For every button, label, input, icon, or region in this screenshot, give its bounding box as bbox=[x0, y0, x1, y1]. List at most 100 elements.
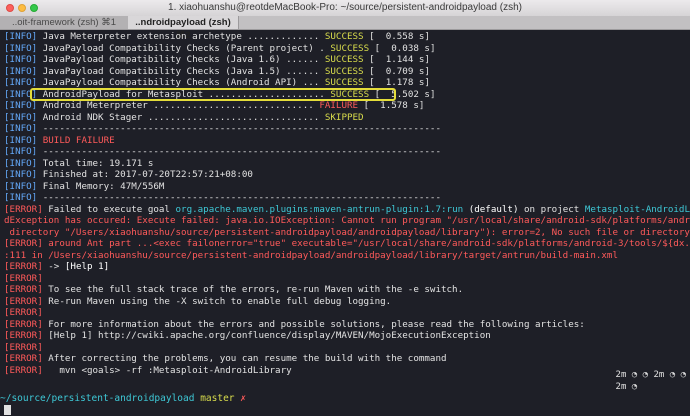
terminal-text: ----------------------------------------… bbox=[37, 192, 441, 203]
shell-prompt: ~/source/persistent-androidpayload maste… bbox=[0, 393, 690, 405]
terminal-text: [ERROR] bbox=[4, 203, 43, 215]
terminal-line: [ERROR] Failed to execute goal org.apach… bbox=[4, 204, 690, 216]
terminal-line: [INFO] BUILD FAILURE bbox=[4, 135, 690, 147]
terminal-text: SUCCESS bbox=[330, 88, 370, 100]
terminal-text: [INFO] bbox=[4, 134, 38, 146]
terminal-line: [ERROR] Re-run Maven using the -X switch… bbox=[4, 296, 690, 308]
terminal-text: [INFO] bbox=[4, 31, 38, 42]
terminal-text: Final Memory: 47M/556M bbox=[37, 180, 165, 192]
terminal-output: [INFO] Java Meterpreter extension archet… bbox=[4, 31, 690, 376]
terminal-text: [ERROR] bbox=[4, 330, 43, 341]
terminal-text: [INFO] bbox=[4, 88, 38, 100]
terminal-text: FAILURE bbox=[319, 100, 359, 111]
terminal-text: on project bbox=[518, 203, 585, 215]
title-bar: 1. xiaohuanshu@reotdeMacBook-Pro: ~/sour… bbox=[0, 0, 690, 17]
terminal-text: [INFO] bbox=[4, 123, 38, 134]
terminal-text: SKIPPED bbox=[324, 111, 364, 123]
terminal-text: Android NDK Stager .....................… bbox=[37, 111, 325, 123]
terminal-text: JavaPayload Compatibility Checks (Parent… bbox=[37, 42, 331, 54]
terminal-text: JavaPayload Compatibility Checks (Java 1… bbox=[37, 54, 325, 65]
terminal-text: [ 1.578 s] bbox=[358, 100, 425, 111]
terminal-line: [ERROR] -> [Help 1] bbox=[4, 261, 690, 273]
terminal-text: [ERROR] bbox=[4, 364, 43, 376]
git-status-icon: ✗ bbox=[240, 393, 246, 404]
terminal-text: -> bbox=[42, 261, 65, 272]
terminal-line: [ERROR] bbox=[4, 307, 690, 319]
terminal-line: [INFO] JavaPayload Compatibility Checks … bbox=[4, 43, 690, 55]
terminal-line: [INFO] ---------------------------------… bbox=[4, 192, 690, 204]
terminal-text: Finished at: 2017-07-20T22:57:21+08:00 bbox=[37, 169, 253, 180]
terminal-line: :111 in /Users/xiaohuanshu/source/persis… bbox=[4, 250, 690, 262]
terminal-line: [INFO] Total time: 19.171 s bbox=[4, 158, 690, 170]
terminal-window: 1. xiaohuanshu@reotdeMacBook-Pro: ~/sour… bbox=[0, 0, 690, 416]
terminal-text: [Help 1] http://cwiki.apache.org/conflue… bbox=[42, 330, 491, 341]
text-cursor[interactable] bbox=[4, 405, 11, 415]
terminal-text: [ 0.038 s] bbox=[369, 42, 436, 54]
terminal-text: [INFO] bbox=[4, 100, 38, 111]
terminal-text: ----------------------------------------… bbox=[37, 146, 441, 157]
right-status-line: 2m ◔ bbox=[615, 381, 638, 392]
terminal-line: [INFO] AndroidPayload for Metasploit ...… bbox=[4, 89, 690, 101]
prompt-path: ~/source/persistent-androidpayload bbox=[0, 393, 195, 404]
terminal-text: [INFO] bbox=[4, 65, 38, 77]
terminal-text: [INFO] bbox=[4, 157, 38, 169]
terminal-text: [INFO] bbox=[4, 77, 38, 88]
terminal-text: [ERROR] bbox=[4, 353, 43, 364]
terminal-line: [ERROR] To see the full stack trace of t… bbox=[4, 284, 690, 296]
terminal-text: Android Meterpreter ....................… bbox=[37, 100, 320, 111]
terminal-text: (default) bbox=[468, 203, 519, 215]
terminal-text: Metasploit-AndroidLibrary bbox=[584, 203, 690, 215]
terminal-text: SUCCESS bbox=[324, 54, 364, 65]
terminal-line: [INFO] JavaPayload Compatibility Checks … bbox=[4, 77, 690, 89]
tab-2-label: ..ndroidpayload (zsh) bbox=[135, 17, 231, 28]
terminal-text: [ERROR] bbox=[4, 307, 43, 318]
terminal-text: [INFO] bbox=[4, 192, 38, 203]
terminal-text: mvn <goals> -rf :Metasploit-AndroidLibra… bbox=[42, 364, 292, 376]
terminal-text: SUCCESS bbox=[324, 77, 364, 88]
terminal-line: [INFO] Final Memory: 47M/556M bbox=[4, 181, 690, 193]
terminal-text: JavaPayload Compatibility Checks (Androi… bbox=[37, 77, 325, 88]
terminal-line: [INFO] Android NDK Stager ..............… bbox=[4, 112, 690, 124]
terminal-line: [INFO] JavaPayload Compatibility Checks … bbox=[4, 54, 690, 66]
terminal-text: SUCCESS bbox=[330, 42, 370, 54]
terminal-text: :111 in /Users/xiaohuanshu/source/persis… bbox=[4, 249, 618, 261]
terminal-text: Java Meterpreter extension archetype ...… bbox=[37, 31, 325, 42]
terminal-text: Re-run Maven using the -X switch to enab… bbox=[42, 295, 392, 307]
terminal-text: Total time: 19.171 s bbox=[37, 157, 154, 169]
terminal-text: Failed to execute goal bbox=[42, 203, 176, 215]
tab-1-shortcut: ⌘1 bbox=[101, 17, 116, 28]
terminal-text: [INFO] bbox=[4, 180, 38, 192]
terminal-line: directory "/Users/xiaohuanshu/source/per… bbox=[4, 227, 690, 239]
terminal-text: [ERROR] bbox=[4, 295, 43, 307]
terminal-text: [INFO] bbox=[4, 146, 38, 157]
terminal-text: [ERROR] bbox=[4, 272, 43, 284]
terminal-line: [INFO] JavaPayload Compatibility Checks … bbox=[4, 66, 690, 78]
terminal-text: [ERROR] bbox=[4, 238, 43, 249]
terminal-line: [ERROR] bbox=[4, 273, 690, 285]
terminal-text: [Help 1] bbox=[64, 261, 110, 272]
right-status-line: 2m ◔ ◔ 2m ◔ ◔ bbox=[615, 370, 686, 380]
tab-1-label: ..oit-framework (zsh) bbox=[11, 17, 99, 28]
terminal-line: [INFO] ---------------------------------… bbox=[4, 123, 690, 135]
terminal-text: org.apache.maven.plugins:maven-antrun-pl… bbox=[175, 203, 464, 215]
terminal-line: [INFO] Android Meterpreter .............… bbox=[4, 100, 690, 112]
terminal-line: dException has occured: Execute failed: … bbox=[4, 215, 690, 227]
terminal-line: [INFO] Finished at: 2017-07-20T22:57:21+… bbox=[4, 169, 690, 181]
terminal-text: [ERROR] bbox=[4, 318, 43, 330]
terminal-text: To see the full stack trace of the error… bbox=[42, 284, 464, 295]
tab-1[interactable]: ..oit-framework (zsh) ⌘1 bbox=[0, 16, 129, 29]
terminal-text: [INFO] bbox=[4, 169, 38, 180]
terminal-text: [INFO] bbox=[4, 54, 38, 65]
window-title: 1. xiaohuanshu@reotdeMacBook-Pro: ~/sour… bbox=[168, 2, 522, 13]
right-status: 2m ◔ ◔ 2m ◔ ◔ 2m ◔ bbox=[616, 370, 686, 393]
terminal-line: [ERROR] After correcting the problems, y… bbox=[4, 353, 690, 365]
terminal-line: [ERROR] bbox=[4, 342, 690, 354]
tab-2[interactable]: ..ndroidpayload (zsh) ⌘2 bbox=[128, 16, 239, 41]
terminal-text: [INFO] bbox=[4, 111, 38, 123]
tab-bar: ..oit-framework (zsh) ⌘1 ..ndroidpayload… bbox=[0, 16, 690, 41]
terminal-text: BUILD FAILURE bbox=[37, 134, 115, 146]
terminal-text: For more information about the errors an… bbox=[42, 318, 585, 330]
terminal-line: [ERROR] mvn <goals> -rf :Metasploit-Andr… bbox=[4, 365, 690, 377]
terminal-text: around Ant part ...<exec failonerror="tr… bbox=[48, 238, 690, 249]
terminal-text: [ 0.558 s] bbox=[363, 31, 430, 42]
